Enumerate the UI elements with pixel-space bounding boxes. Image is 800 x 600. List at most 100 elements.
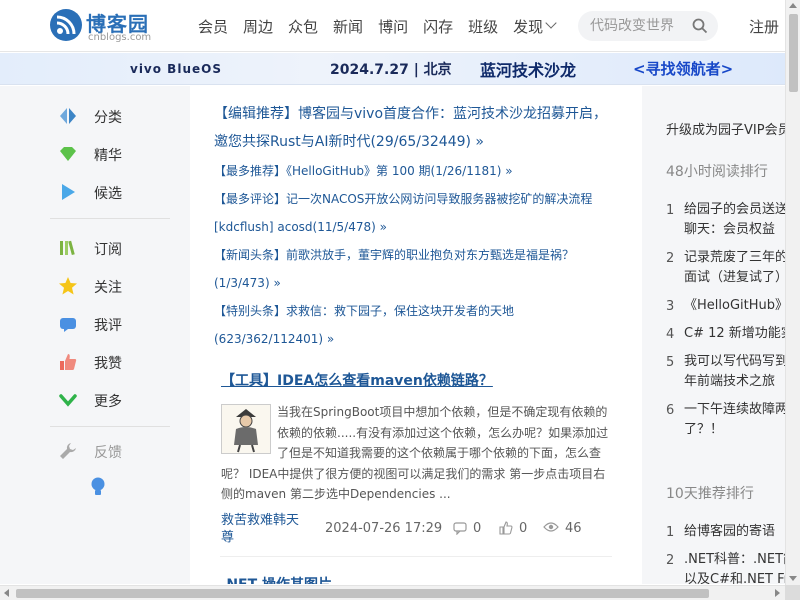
gem-icon (60, 147, 76, 161)
rec-item-1[interactable]: 给博客园的寄语 (684, 522, 775, 542)
wrench-icon (60, 443, 76, 459)
headline-most-recommended[interactable]: 【最多推荐】《HelloGitHub》第 100 期(1/26/1181) » (214, 157, 513, 185)
register-link[interactable]: 注册 (749, 16, 779, 37)
sidebar-divider (50, 218, 170, 219)
headline-news-cont[interactable]: (1/3/473) » (214, 269, 281, 297)
rank-number: 3 (666, 299, 675, 314)
sidebar-item-my-comments[interactable]: 我评 (58, 312, 178, 336)
comment-icon (60, 318, 76, 332)
post-title[interactable]: 【工具】IDEA怎么查看maven依赖链路？ (221, 370, 493, 390)
thumbs-up-icon[interactable] (499, 521, 513, 535)
site-logo[interactable]: 博客园 cnblogs.com (50, 7, 152, 45)
hot-item-5[interactable]: 我可以写代码写到 年前端技术之旅 (684, 352, 785, 392)
main-nav: 会员 周边 众包 新闻 博问 闪存 班级 发现 (198, 0, 567, 52)
top-navbar: 博客园 cnblogs.com 会员 周边 众包 新闻 博问 闪存 班级 发现 … (0, 0, 785, 52)
rss-logo-icon (50, 9, 82, 41)
comment-icon[interactable] (453, 521, 467, 535)
sidebar-item-label: 订阅 (94, 242, 122, 258)
next-post-title[interactable]: .NET 操作其图片 (221, 574, 332, 584)
recommend-heading: 10天推荐排行 (666, 486, 754, 502)
sidebar-item-feedback[interactable]: 反馈 (58, 439, 178, 463)
sidebar-item-label: 反馈 (94, 445, 122, 461)
headline-most-commented[interactable]: 【最多评论】记一次NACOS开放公网访问导致服务器被挖矿的解决流程 (214, 185, 592, 213)
books-icon (60, 240, 75, 256)
vip-upgrade-link[interactable]: 升级成为园子VIP会员 (666, 119, 785, 138)
sidebar-divider (50, 426, 170, 427)
sidebar-item-subscribe[interactable]: 订阅 (58, 236, 178, 260)
nav-member[interactable]: 会员 (198, 16, 228, 37)
hot-item-1[interactable]: 给园子的会员送送 聊天：会员权益 (684, 200, 785, 240)
post-date: 2024-07-26 17:29 (325, 521, 443, 536)
nav-flash[interactable]: 闪存 (423, 16, 453, 37)
post-author[interactable]: 救苦救难韩天尊 (221, 512, 311, 546)
search-icon[interactable] (692, 18, 708, 34)
sidebar-item-featured[interactable]: 精华 (58, 142, 178, 166)
nav-news[interactable]: 新闻 (333, 16, 363, 37)
rec-item-2[interactable]: .NET科普：.NET简以及C#和.NET Fra (684, 550, 785, 584)
hot-item-2[interactable]: 记录荒废了三年的 面试（进复试了） (684, 248, 785, 288)
banner-slogan: <寻找领航者> (633, 60, 734, 78)
rank-number: 2 (666, 251, 675, 266)
scroll-left-arrow-icon[interactable] (4, 589, 9, 597)
star-icon (59, 277, 77, 295)
vertical-scrollbar[interactable] (785, 0, 800, 585)
chevron-down-icon[interactable] (545, 17, 557, 29)
rank-number: 2 (666, 553, 675, 568)
post-divider (220, 556, 612, 557)
rank-number: 1 (666, 203, 675, 218)
scroll-up-arrow-icon[interactable] (789, 3, 797, 8)
horizontal-scrollbar[interactable] (0, 585, 785, 600)
nav-discover[interactable]: 发现 (513, 16, 543, 37)
headline-editor-pick-cont[interactable]: 邀您共探Rust与AI新时代(29/65/32449) » (214, 128, 484, 156)
post-summary-container: 当我在SpringBoot项目中想加个依赖，但是不确定现有依赖的依赖的依赖...… (221, 402, 609, 505)
sidebar-item-label: 我赞 (94, 356, 122, 372)
scroll-down-arrow-icon[interactable] (789, 576, 797, 581)
nav-crowd[interactable]: 众包 (288, 16, 318, 37)
promo-banner[interactable]: vivo BlueOS 2024.7.27 | 北京 蓝河技术沙龙 <寻找领航者… (0, 53, 785, 85)
vertical-scroll-thumb[interactable] (789, 14, 798, 92)
left-sidebar: 分类 精华 候选 订阅 关注 我评 我赞 更多 反馈 (0, 86, 190, 584)
hot-item-6[interactable]: 一下午连续故障两 了？！ (684, 400, 785, 440)
sidebar-item-label: 关注 (94, 280, 122, 296)
headline-editor-pick[interactable]: 【编辑推荐】博客园与vivo首度合作：蓝河技术沙龙招募开启， (214, 100, 607, 128)
headline-most-commented-cont[interactable]: [kdcflush] acosd(11/5/478) » (214, 213, 387, 241)
rank-number: 4 (666, 327, 675, 342)
eye-icon (543, 522, 559, 532)
category-icon (60, 108, 76, 124)
search-box (578, 11, 718, 41)
sidebar-item-category[interactable]: 分类 (58, 104, 178, 128)
view-count: 46 (565, 521, 582, 536)
horizontal-scroll-thumb[interactable] (16, 589, 709, 598)
hot-reading-heading: 48小时阅读排行 (666, 164, 768, 180)
scrollbar-corner (785, 585, 800, 600)
search-input[interactable] (590, 17, 690, 35)
main-content: 【编辑推荐】博客园与vivo首度合作：蓝河技术沙龙招募开启， 邀您共探Rust与… (190, 86, 642, 584)
nav-class[interactable]: 班级 (468, 16, 498, 37)
sidebar-item-follow[interactable]: 关注 (58, 274, 178, 298)
sidebar-item-more[interactable]: 更多 (58, 388, 178, 412)
sidebar-item-my-likes[interactable]: 我赞 (58, 350, 178, 374)
like-count: 0 (519, 521, 528, 536)
lightbulb-icon[interactable] (90, 476, 106, 498)
headline-special-cont[interactable]: (623/362/112401) » (214, 325, 334, 353)
sidebar-item-label: 我评 (94, 318, 122, 334)
thumbs-up-icon (60, 354, 77, 370)
nav-merch[interactable]: 周边 (243, 16, 273, 37)
chevron-down-icon (59, 394, 77, 407)
sidebar-item-label: 精华 (94, 148, 122, 164)
banner-title: 蓝河技术沙龙 (480, 61, 577, 80)
headline-news[interactable]: 【新闻头条】前歌洪放手，董宇辉的职业抱负对东方甄选是福是祸？ (214, 241, 574, 269)
rank-number: 1 (666, 525, 675, 540)
rank-number: 5 (666, 355, 675, 370)
headline-special[interactable]: 【特别头条】求救信：救下园子，保住这块开发者的天地 (214, 297, 514, 325)
right-sidebar: 升级成为园子VIP会员 48小时阅读排行 1 给园子的会员送送 聊天：会员权益 2… (642, 86, 785, 584)
scroll-right-arrow-icon[interactable] (775, 589, 780, 597)
post-meta: 救苦救难韩天尊 2024-07-26 17:29 0 0 46 (221, 512, 611, 548)
hot-item-3[interactable]: 《HelloGitHub》 (684, 296, 785, 316)
logo-subtitle: cnblogs.com (88, 32, 152, 43)
hot-item-4[interactable]: C# 12 新增功能实 (684, 324, 785, 344)
sidebar-item-candidate[interactable]: 候选 (58, 180, 178, 204)
comment-count: 0 (473, 521, 482, 536)
sidebar-item-label: 更多 (94, 394, 122, 410)
nav-qa[interactable]: 博问 (378, 16, 408, 37)
